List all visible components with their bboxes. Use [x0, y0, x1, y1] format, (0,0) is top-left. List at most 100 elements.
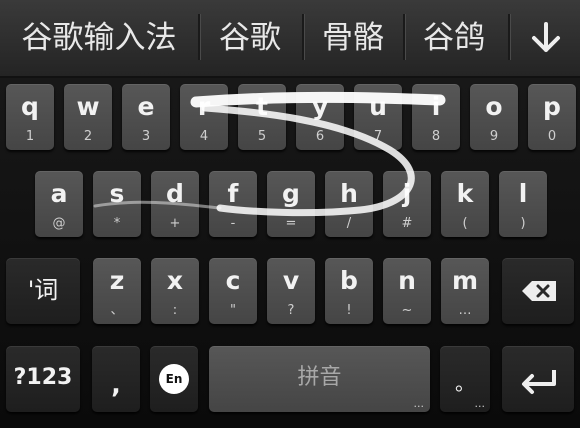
- key-q[interactable]: q1: [6, 84, 54, 150]
- key-secondary-symbol: =: [285, 216, 297, 231]
- key-y[interactable]: y6: [296, 84, 344, 150]
- key-letter: s: [109, 179, 125, 208]
- key-o[interactable]: o9: [470, 84, 518, 150]
- key-letter: p: [543, 92, 561, 121]
- key-l[interactable]: l): [499, 171, 547, 237]
- candidate-0[interactable]: 谷歌输入法: [0, 0, 198, 76]
- en-badge-label: En: [165, 372, 183, 386]
- key-a[interactable]: a @: [35, 171, 83, 237]
- candidate-1[interactable]: 谷歌: [200, 0, 300, 76]
- key-p[interactable]: p0: [528, 84, 576, 150]
- key-letter: g: [282, 179, 300, 208]
- key-x[interactable]: x:: [151, 258, 199, 324]
- key-secondary-symbol: *: [113, 216, 121, 231]
- space-hint: ...: [413, 397, 425, 410]
- key-secondary-symbol: ": [230, 303, 236, 318]
- key-k[interactable]: k(: [441, 171, 489, 237]
- comma-key[interactable]: ,: [92, 346, 140, 412]
- key-g[interactable]: g =: [267, 171, 315, 237]
- key-j[interactable]: j #: [383, 171, 431, 237]
- key-secondary-symbol: +: [169, 216, 181, 231]
- backspace-icon: [522, 281, 556, 301]
- key-secondary-symbol: :: [172, 303, 178, 318]
- key-secondary-symbol: 1: [25, 129, 35, 144]
- language-switch-key[interactable]: '词: [6, 258, 80, 324]
- key-letter: q: [21, 92, 39, 121]
- key-letter: f: [227, 179, 239, 208]
- comma-label: ,: [111, 370, 121, 399]
- collapse-button[interactable]: [512, 0, 580, 76]
- key-secondary-symbol: 5: [257, 129, 267, 144]
- key-b[interactable]: b!: [325, 258, 373, 324]
- key-secondary-symbol: 9: [489, 129, 499, 144]
- candidate-separator: [508, 14, 510, 60]
- key-z[interactable]: z、: [93, 258, 141, 324]
- key-f[interactable]: f-: [209, 171, 257, 237]
- key-secondary-symbol: 6: [315, 129, 325, 144]
- symbols-key[interactable]: ?123: [6, 346, 80, 412]
- key-t[interactable]: t5: [238, 84, 286, 150]
- key-d[interactable]: d +: [151, 171, 199, 237]
- key-letter: k: [456, 179, 474, 208]
- key-v[interactable]: v?: [267, 258, 315, 324]
- enter-key[interactable]: [502, 346, 574, 412]
- key-s[interactable]: s *: [93, 171, 141, 237]
- arrow-down-icon: [532, 22, 560, 52]
- key-e[interactable]: e3: [122, 84, 170, 150]
- key-letter: x: [166, 266, 184, 295]
- symbols-label: ?123: [13, 365, 73, 390]
- key-letter: r: [197, 92, 211, 121]
- key-secondary-symbol: #: [401, 216, 413, 231]
- key-secondary-symbol: ?: [287, 303, 295, 318]
- key-n[interactable]: n ~: [383, 258, 431, 324]
- key-letter: c: [225, 266, 241, 295]
- key-m[interactable]: m…: [441, 258, 489, 324]
- key-letter: u: [369, 92, 387, 121]
- key-r[interactable]: r4: [180, 84, 228, 150]
- enter-arrow-icon: [522, 370, 556, 394]
- key-secondary-symbol: …: [458, 303, 472, 318]
- key-secondary-symbol: -: [230, 216, 236, 231]
- key-secondary-symbol: /: [346, 216, 352, 231]
- candidate-3[interactable]: 谷鸽: [405, 0, 503, 76]
- key-letter: w: [76, 92, 100, 121]
- space-key[interactable]: 拼音 ...: [209, 346, 430, 412]
- key-letter: d: [166, 179, 184, 208]
- key-letter: j: [402, 179, 412, 208]
- key-h[interactable]: h /: [325, 171, 373, 237]
- backspace-key[interactable]: [502, 258, 574, 324]
- key-letter: i: [431, 92, 441, 121]
- space-label: 拼音: [297, 365, 342, 390]
- period-label: 。: [455, 371, 475, 395]
- key-secondary-symbol: (: [462, 216, 468, 231]
- key-secondary-symbol: 、: [110, 303, 124, 318]
- key-w[interactable]: w2: [64, 84, 112, 150]
- key-u[interactable]: u7: [354, 84, 402, 150]
- key-letter: o: [485, 92, 503, 121]
- key-secondary-symbol: 0: [547, 129, 557, 144]
- key-secondary-symbol: 7: [373, 129, 383, 144]
- key-letter: y: [311, 92, 329, 121]
- key-secondary-symbol: 2: [83, 129, 93, 144]
- key-secondary-symbol: @: [52, 216, 66, 231]
- key-letter: v: [282, 266, 300, 295]
- key-letter: h: [340, 179, 358, 208]
- keyboard: 谷歌输入法 谷歌 骨骼 谷鸽 q1w2e3r4t5y6u7i8o9p0 a @ s *…: [0, 0, 580, 428]
- period-hint: ...: [474, 397, 486, 410]
- key-secondary-symbol: 3: [141, 129, 151, 144]
- key-letter: b: [340, 266, 358, 295]
- key-secondary-symbol: 8: [431, 129, 441, 144]
- language-switch-label: '词: [27, 276, 59, 304]
- key-letter: e: [137, 92, 155, 121]
- key-letter: z: [109, 266, 125, 295]
- key-secondary-symbol: !: [346, 303, 352, 318]
- input-language-key[interactable]: En: [150, 346, 198, 412]
- key-letter: m: [451, 266, 479, 295]
- key-secondary-symbol: ): [520, 216, 526, 231]
- period-key[interactable]: 。 ...: [440, 346, 490, 412]
- key-letter: n: [398, 266, 416, 295]
- key-secondary-symbol: 4: [199, 129, 209, 144]
- key-i[interactable]: i8: [412, 84, 460, 150]
- candidate-2[interactable]: 骨骼: [304, 0, 402, 76]
- key-c[interactable]: c ": [209, 258, 257, 324]
